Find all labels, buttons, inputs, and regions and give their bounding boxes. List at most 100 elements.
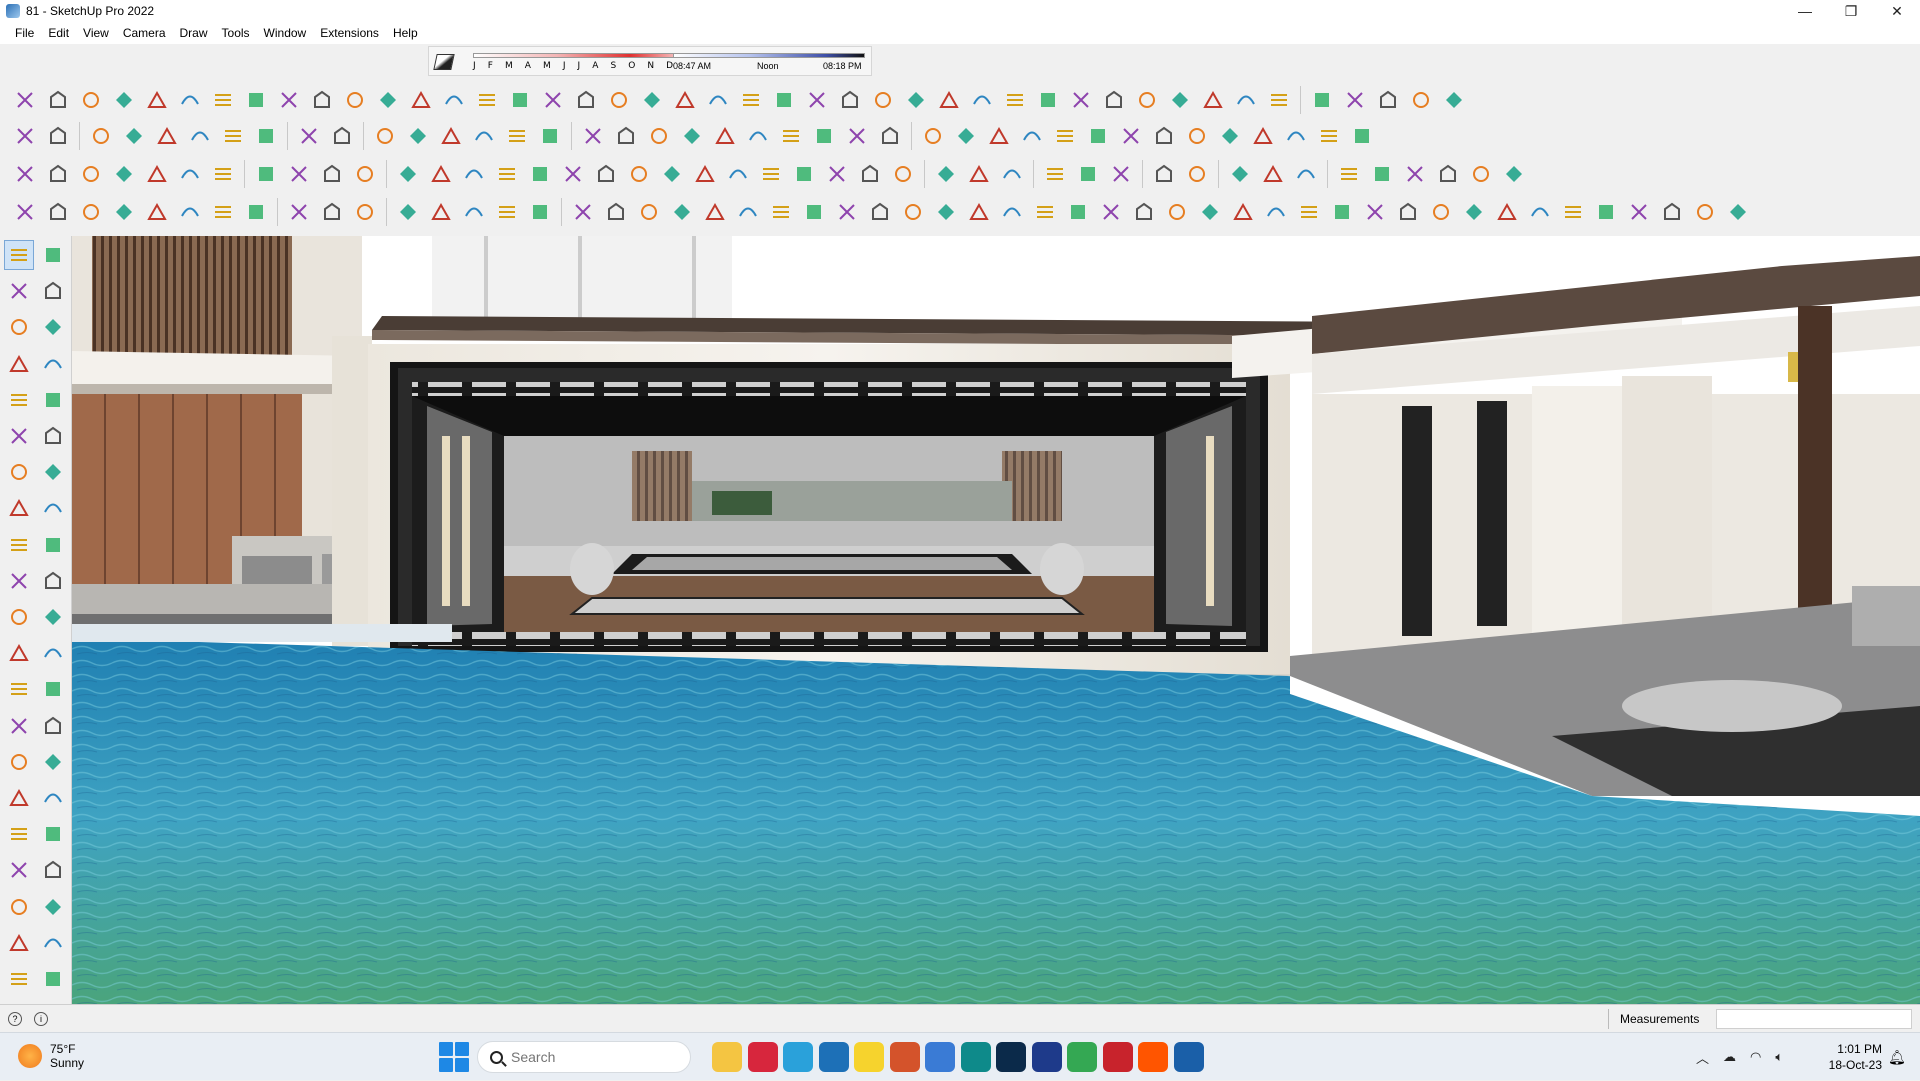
telegram-icon[interactable] (783, 1042, 813, 1072)
row3-tool-11-icon[interactable] (350, 159, 380, 189)
row3-tool-4-icon[interactable] (109, 159, 139, 189)
row3-tool-7-icon[interactable] (208, 159, 238, 189)
row2-tool-18-icon[interactable] (611, 121, 641, 151)
row3-tool-25-icon[interactable] (822, 159, 852, 189)
close-button[interactable]: ✕ (1874, 0, 1920, 22)
freehand-tool-icon[interactable] (38, 349, 68, 379)
row1-tool-2-icon[interactable] (43, 85, 73, 115)
row4-tool-13-icon[interactable] (426, 197, 456, 227)
sketchup-3-icon[interactable] (960, 1042, 991, 1072)
row1-tool-27-icon[interactable] (868, 85, 898, 115)
row4-tool-6-icon[interactable] (175, 197, 205, 227)
row2-tool-5-icon[interactable] (152, 121, 182, 151)
row2-tool-11-icon[interactable] (370, 121, 400, 151)
row3-tool-3-icon[interactable] (76, 159, 106, 189)
row4-tool-52-icon[interactable] (1723, 197, 1753, 227)
instructor-info-icon[interactable]: i (34, 1012, 48, 1026)
chevron-up-icon[interactable]: ︿ (1696, 1048, 1709, 1067)
row4-tool-32-icon[interactable] (1063, 197, 1093, 227)
row1-tool-7-icon[interactable] (208, 85, 238, 115)
row4-tool-15-icon[interactable] (492, 197, 522, 227)
row1-tool-10-icon[interactable] (307, 85, 337, 115)
row3-tool-15-icon[interactable] (492, 159, 522, 189)
row4-tool-36-icon[interactable] (1195, 197, 1225, 227)
row2-tool-27-icon[interactable] (918, 121, 948, 151)
row1-tool-15-icon[interactable] (472, 85, 502, 115)
taskbar-search[interactable] (477, 1041, 691, 1073)
row1-tool-9-icon[interactable] (274, 85, 304, 115)
row2-tool-1-icon[interactable] (10, 121, 40, 151)
styles-tool-icon[interactable] (38, 964, 68, 994)
row3-tool-14-icon[interactable] (459, 159, 489, 189)
row2-tool-38-icon[interactable] (1281, 121, 1311, 151)
maximize-button[interactable]: ❐ (1828, 0, 1874, 22)
row1-tool-39-icon[interactable] (1264, 85, 1294, 115)
polygon-tool-icon[interactable] (38, 421, 68, 451)
menu-view[interactable]: View (76, 22, 116, 44)
pan-tool-icon[interactable] (38, 747, 68, 777)
row1-tool-44-icon[interactable] (1439, 85, 1469, 115)
row3-tool-42-icon[interactable] (1433, 159, 1463, 189)
row4-tool-37-icon[interactable] (1228, 197, 1258, 227)
row2-tool-2-icon[interactable] (43, 121, 73, 151)
row2-tool-4-icon[interactable] (119, 121, 149, 151)
text-tool-icon[interactable] (38, 674, 68, 704)
row4-tool-7-icon[interactable] (208, 197, 238, 227)
row1-tool-35-icon[interactable] (1132, 85, 1162, 115)
sketchup-app-icon[interactable] (6, 4, 20, 18)
row4-tool-22-icon[interactable] (733, 197, 763, 227)
row3-tool-12-icon[interactable] (393, 159, 423, 189)
row1-tool-13-icon[interactable] (406, 85, 436, 115)
photoshop-icon[interactable] (996, 1042, 1026, 1072)
menu-tools[interactable]: Tools (215, 22, 257, 44)
row3-tool-21-icon[interactable] (690, 159, 720, 189)
row3-tool-8-icon[interactable] (251, 159, 281, 189)
pinterest-icon[interactable] (1102, 1042, 1133, 1072)
row3-tool-29-icon[interactable] (964, 159, 994, 189)
scene-render[interactable] (72, 236, 1920, 1004)
row4-tool-24-icon[interactable] (799, 197, 829, 227)
row4-tool-23-icon[interactable] (766, 197, 796, 227)
menu-help[interactable]: Help (386, 22, 425, 44)
row1-tool-25-icon[interactable] (802, 85, 832, 115)
circle-tool-icon[interactable] (4, 421, 34, 451)
select-tool-icon[interactable] (4, 240, 34, 270)
clock[interactable]: 1:01 PM 18-Oct-23 (1810, 1041, 1882, 1073)
previous-tool-icon[interactable] (38, 819, 68, 849)
component-browser-tool-icon[interactable] (4, 928, 34, 958)
row1-tool-43-icon[interactable] (1406, 85, 1436, 115)
row4-tool-27-icon[interactable] (898, 197, 928, 227)
row3-tool-32-icon[interactable] (1073, 159, 1103, 189)
row1-tool-19-icon[interactable] (604, 85, 634, 115)
row2-tool-31-icon[interactable] (1050, 121, 1080, 151)
move-tool-icon[interactable] (4, 530, 34, 560)
row1-tool-29-icon[interactable] (934, 85, 964, 115)
row3-tool-43-icon[interactable] (1466, 159, 1496, 189)
menu-draw[interactable]: Draw (173, 22, 215, 44)
arc-tool-icon[interactable] (4, 457, 34, 487)
row2-tool-26-icon[interactable] (875, 121, 905, 151)
row4-tool-50-icon[interactable] (1657, 197, 1687, 227)
row2-tool-13-icon[interactable] (436, 121, 466, 151)
walk-tool-icon[interactable] (4, 892, 34, 922)
row3-tool-33-icon[interactable] (1106, 159, 1136, 189)
row4-tool-19-icon[interactable] (634, 197, 664, 227)
row1-tool-22-icon[interactable] (703, 85, 733, 115)
row2-tool-19-icon[interactable] (644, 121, 674, 151)
zoom-tool-icon[interactable] (4, 783, 34, 813)
follow-me-tool-icon[interactable] (38, 566, 68, 596)
row4-tool-31-icon[interactable] (1030, 197, 1060, 227)
row2-tool-16-icon[interactable] (535, 121, 565, 151)
row4-tool-46-icon[interactable] (1525, 197, 1555, 227)
axes-tool-icon[interactable] (4, 711, 34, 741)
scale-tool-icon[interactable] (4, 602, 34, 632)
line-tool-icon[interactable] (4, 349, 34, 379)
row3-tool-30-icon[interactable] (997, 159, 1027, 189)
row2-tool-33-icon[interactable] (1116, 121, 1146, 151)
row4-tool-40-icon[interactable] (1327, 197, 1357, 227)
row1-tool-32-icon[interactable] (1033, 85, 1063, 115)
row1-tool-14-icon[interactable] (439, 85, 469, 115)
date-slider[interactable]: J F M A M J J A S O N D (473, 51, 683, 73)
row4-tool-17-icon[interactable] (568, 197, 598, 227)
row4-tool-18-icon[interactable] (601, 197, 631, 227)
